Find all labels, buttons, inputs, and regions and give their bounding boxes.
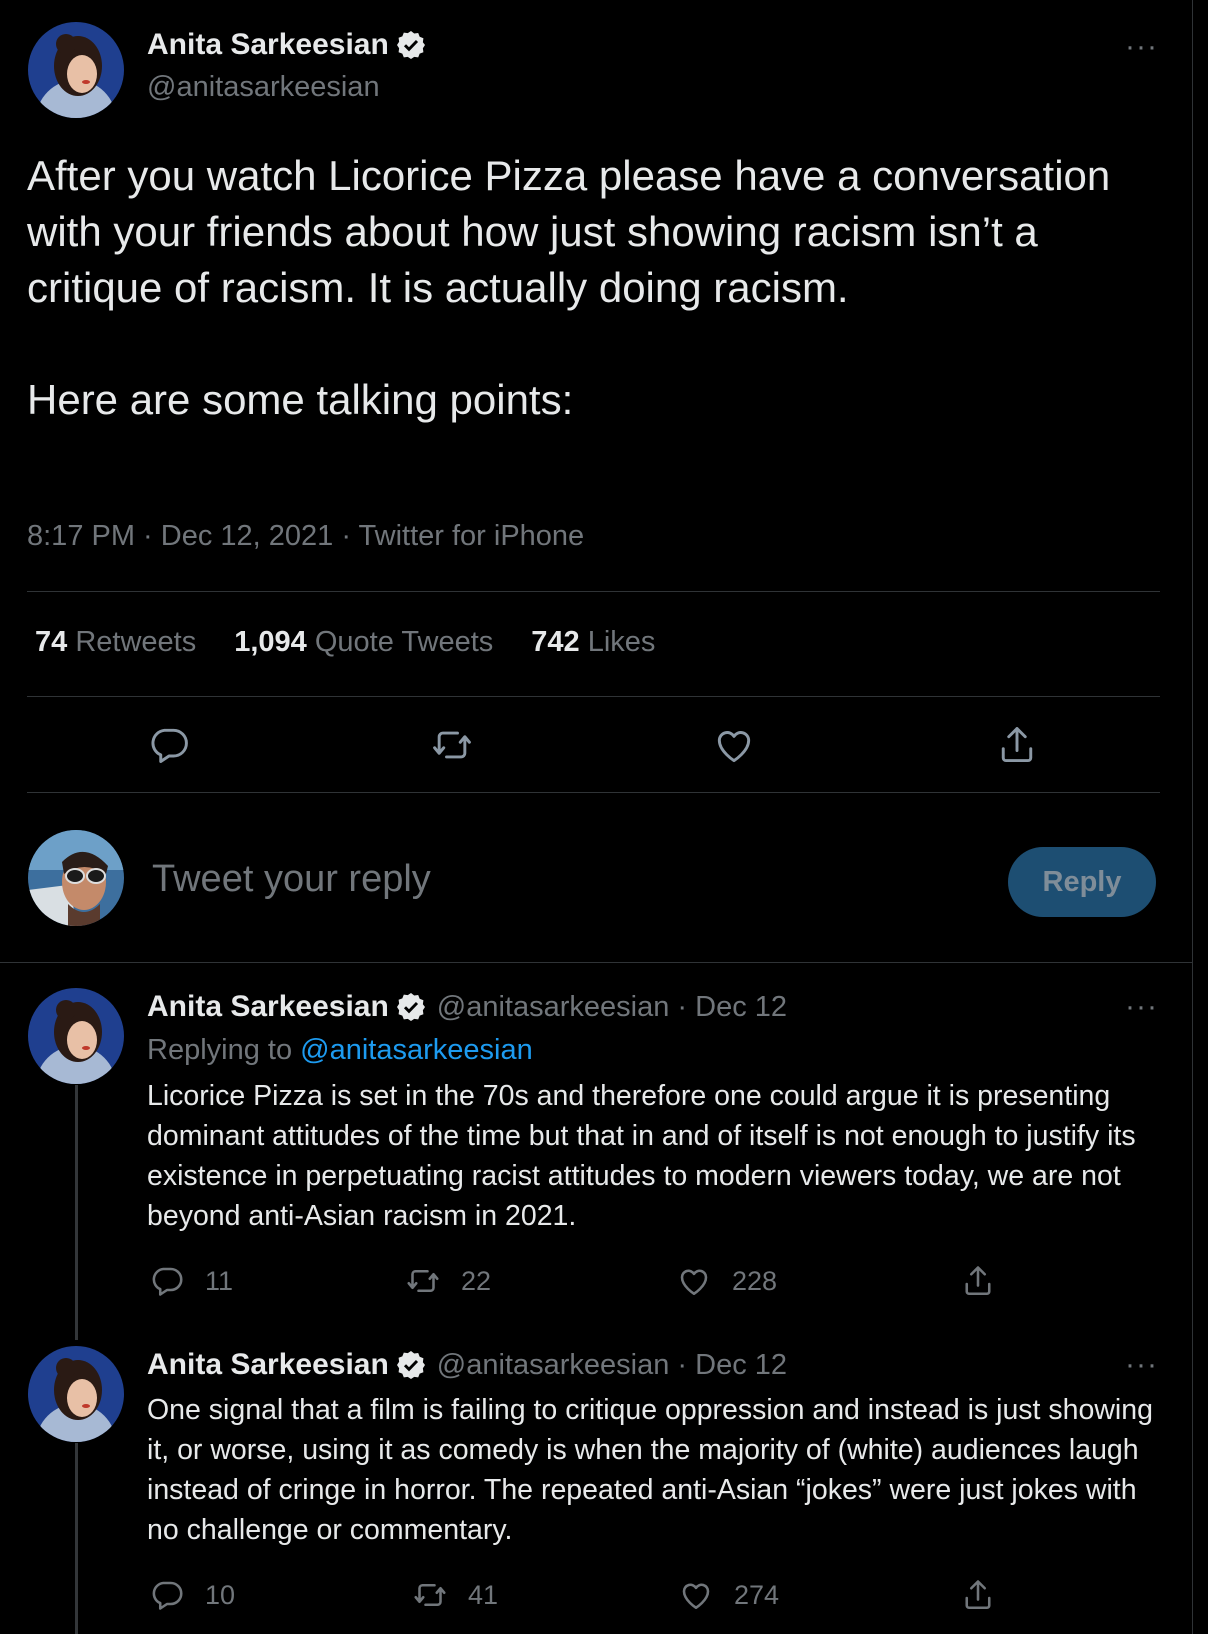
retweets-label: Retweets — [75, 626, 197, 658]
reply-text: Licorice Pizza is set in the 70s and the… — [147, 1080, 1136, 1232]
author-avatar[interactable] — [28, 22, 124, 118]
retweet-button[interactable]: 22 — [405, 1263, 491, 1299]
reply-header: Anita Sarkeesian @anitasarkeesian · Dec … — [147, 990, 787, 1024]
section-divider — [0, 962, 1192, 963]
thread-connector — [75, 1443, 78, 1634]
thread-connector — [75, 1085, 78, 1340]
heart-icon — [682, 1583, 710, 1610]
speech-bubble-icon — [152, 1267, 183, 1296]
reply-text: One signal that a film is failing to cri… — [147, 1394, 1153, 1546]
timeline-right-border — [1192, 0, 1193, 1634]
retweet-count: 41 — [468, 1579, 499, 1610]
reply-button[interactable]: 10 — [149, 1577, 235, 1613]
reply-count: 11 — [205, 1265, 234, 1296]
replying-to-prefix: Replying to — [147, 1034, 293, 1066]
handle-and-date[interactable]: @anitasarkeesian · Dec 12 — [437, 1349, 787, 1382]
share-button[interactable] — [960, 1577, 1016, 1613]
author-name[interactable]: Anita Sarkeesian — [147, 28, 389, 62]
tweet-stats: 74 Retweets 1,094 Quote Tweets 742 Likes — [35, 626, 693, 659]
more-dots-icon[interactable]: ··· — [1125, 990, 1158, 1024]
retweet-icon — [414, 1583, 446, 1607]
divider — [27, 696, 1160, 697]
replying-to-mention[interactable]: @anitasarkeesian — [300, 1034, 533, 1066]
author-handle[interactable]: @anitasarkeesian — [147, 71, 380, 104]
share-icon — [1001, 727, 1033, 763]
verified-badge-icon — [396, 31, 425, 59]
retweet-icon — [433, 731, 471, 759]
handle-and-date[interactable]: @anitasarkeesian · Dec 12 — [437, 991, 787, 1024]
like-count: 228 — [732, 1265, 778, 1296]
reply-button[interactable]: 11 — [149, 1263, 233, 1299]
reply-button[interactable] — [147, 723, 191, 767]
author-name[interactable]: Anita Sarkeesian — [147, 990, 389, 1024]
speech-bubble-icon — [151, 728, 188, 763]
user-avatar[interactable] — [28, 830, 124, 926]
share-icon — [965, 1266, 991, 1296]
author-name[interactable]: Anita Sarkeesian — [147, 1348, 389, 1382]
likes-count: 742 — [531, 626, 580, 658]
share-icon — [965, 1580, 991, 1610]
like-button[interactable] — [712, 723, 756, 767]
tweet-text-paragraph: After you watch Licorice Pizza please ha… — [27, 152, 1111, 311]
tweet-text: After you watch Licorice Pizza please ha… — [27, 148, 1177, 428]
retweet-button[interactable] — [430, 723, 474, 767]
reply-count: 10 — [205, 1579, 236, 1610]
share-button[interactable] — [995, 723, 1039, 767]
author-avatar[interactable] — [28, 988, 124, 1084]
like-button[interactable]: 228 — [676, 1263, 777, 1299]
heart-icon — [717, 731, 751, 763]
heart-icon — [680, 1269, 708, 1296]
reply-header: Anita Sarkeesian @anitasarkeesian · Dec … — [147, 1348, 787, 1382]
like-count: 274 — [734, 1579, 780, 1610]
author-name-row: Anita Sarkeesian — [147, 28, 427, 62]
more-dots-icon[interactable]: ··· — [1125, 1348, 1158, 1382]
quote-tweets-label: Quote Tweets — [314, 626, 494, 658]
speech-bubble-icon — [152, 1581, 183, 1610]
share-button[interactable] — [960, 1263, 1016, 1299]
replying-to: Replying to @anitasarkeesian — [147, 1034, 533, 1067]
likes-stat[interactable]: 742 Likes — [531, 626, 655, 659]
tweet-text-paragraph: Here are some talking points: — [27, 376, 574, 423]
retweet-count: 22 — [461, 1265, 492, 1296]
retweets-count: 74 — [35, 626, 68, 658]
quote-tweets-count: 1,094 — [234, 626, 307, 658]
reply-input[interactable]: Tweet your reply — [152, 858, 431, 901]
likes-label: Likes — [587, 626, 656, 658]
divider — [27, 591, 1160, 592]
tweet-meta[interactable]: 8:17 PM · Dec 12, 2021 · Twitter for iPh… — [27, 520, 584, 553]
divider — [27, 792, 1160, 793]
retweets-stat[interactable]: 74 Retweets — [35, 626, 196, 659]
reply-submit-button[interactable]: Reply — [1008, 847, 1156, 917]
retweet-icon — [407, 1269, 439, 1293]
author-avatar[interactable] — [28, 1346, 124, 1442]
verified-badge-icon — [396, 993, 425, 1021]
retweet-button[interactable]: 41 — [412, 1577, 498, 1613]
more-dots-icon[interactable]: ··· — [1125, 30, 1158, 64]
quote-tweets-stat[interactable]: 1,094 Quote Tweets — [234, 626, 493, 659]
like-button[interactable]: 274 — [678, 1577, 779, 1613]
verified-badge-icon — [396, 1351, 425, 1379]
